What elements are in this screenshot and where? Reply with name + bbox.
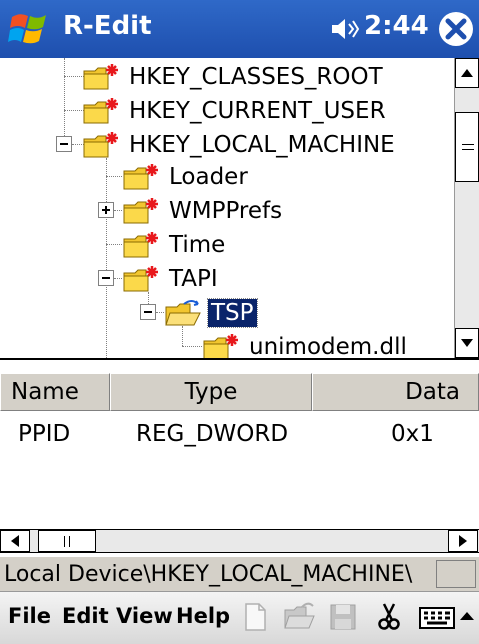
tree-item-hkey-current-user[interactable]: HKEY_CURRENT_USER bbox=[82, 94, 389, 128]
tree-item-tsp[interactable]: TSP bbox=[164, 296, 258, 330]
cut-icon[interactable] bbox=[372, 600, 406, 634]
tree-item-label: HKEY_CLASSES_ROOT bbox=[129, 64, 383, 90]
tree-item-time[interactable]: Time bbox=[122, 228, 228, 262]
folder-icon bbox=[123, 164, 158, 190]
column-header-data[interactable]: Data bbox=[312, 373, 479, 411]
folder-icon bbox=[83, 98, 118, 124]
tree-vertical-scrollbar[interactable] bbox=[454, 58, 479, 358]
windows-flag-icon[interactable] bbox=[8, 9, 52, 49]
values-list[interactable]: PPID REG_DWORD 0x1 bbox=[0, 411, 479, 529]
horizontal-scroll-thumb[interactable] bbox=[38, 530, 96, 552]
tree-item-label: HKEY_CURRENT_USER bbox=[129, 98, 386, 124]
arrow-right-icon bbox=[459, 535, 467, 547]
list-horizontal-scrollbar[interactable] bbox=[0, 529, 479, 553]
menu-bar: File Edit View Help bbox=[0, 591, 479, 644]
clock[interactable]: 2:44 bbox=[364, 11, 429, 41]
app-title: R-Edit bbox=[63, 11, 152, 41]
scroll-up-button[interactable] bbox=[455, 58, 479, 88]
column-header-type[interactable]: Type bbox=[110, 373, 312, 411]
cell-name: PPID bbox=[18, 421, 71, 447]
open-folder-icon[interactable] bbox=[282, 600, 316, 634]
speaker-icon[interactable] bbox=[330, 15, 360, 43]
tree-item-loader[interactable]: Loader bbox=[122, 160, 251, 194]
folder-icon bbox=[203, 334, 238, 358]
cell-data: 0x1 bbox=[391, 421, 434, 447]
title-bar: R-Edit 2:44 bbox=[0, 0, 479, 58]
close-icon[interactable] bbox=[437, 10, 475, 48]
folder-icon bbox=[123, 266, 158, 292]
scroll-thumb[interactable] bbox=[455, 112, 479, 182]
tree-item-label: TAPI bbox=[169, 266, 218, 292]
arrow-down-icon bbox=[461, 339, 473, 347]
scroll-down-button[interactable] bbox=[455, 328, 479, 358]
registry-tree[interactable]: HKEY_CLASSES_ROOT HKEY_CURRENT_USER HKEY… bbox=[0, 58, 479, 360]
save-icon[interactable] bbox=[326, 600, 360, 634]
collapse-tsp[interactable] bbox=[140, 304, 156, 320]
scroll-right-button[interactable] bbox=[448, 530, 478, 552]
folder-icon bbox=[123, 232, 158, 258]
tree-item-wmpprefs[interactable]: WMPPrefs bbox=[122, 194, 285, 228]
column-label: Type bbox=[184, 379, 238, 405]
chevron-up-icon[interactable] bbox=[458, 600, 476, 634]
folder-icon bbox=[83, 64, 118, 90]
splitter[interactable] bbox=[0, 360, 479, 373]
tree-item-tapi[interactable]: TAPI bbox=[122, 262, 221, 296]
tree-item-hkey-classes-root[interactable]: HKEY_CLASSES_ROOT bbox=[82, 60, 386, 94]
open-folder-icon bbox=[165, 300, 201, 326]
column-label: Data bbox=[405, 379, 460, 405]
tree-item-label: Time bbox=[169, 232, 226, 258]
menu-view[interactable]: View bbox=[116, 604, 173, 628]
tree-item-label: Loader bbox=[169, 164, 248, 190]
path-field-box[interactable] bbox=[436, 560, 476, 588]
current-path: Local Device\HKEY_LOCAL_MACHINE\ bbox=[4, 562, 413, 587]
scroll-left-button[interactable] bbox=[0, 530, 30, 552]
folder-icon bbox=[123, 198, 158, 224]
menu-file[interactable]: File bbox=[8, 604, 51, 628]
arrow-up-icon bbox=[461, 69, 473, 77]
list-header: Name Type Data bbox=[0, 373, 479, 411]
tree-item-hkey-local-machine[interactable]: HKEY_LOCAL_MACHINE bbox=[82, 128, 398, 162]
menu-help[interactable]: Help bbox=[176, 604, 230, 628]
menu-edit[interactable]: Edit bbox=[62, 604, 109, 628]
folder-icon bbox=[83, 132, 118, 158]
tree-item-label: WMPPrefs bbox=[169, 198, 283, 224]
tree-item-label: TSP bbox=[207, 298, 258, 328]
column-header-name[interactable]: Name bbox=[0, 373, 110, 411]
arrow-left-icon bbox=[11, 535, 19, 547]
cell-type: REG_DWORD bbox=[136, 421, 289, 447]
tree-item-label: unimodem.dll bbox=[249, 334, 407, 360]
expand-wmpprefs[interactable] bbox=[98, 202, 114, 218]
path-bar: Local Device\HKEY_LOCAL_MACHINE\ bbox=[0, 557, 479, 591]
column-label: Name bbox=[11, 379, 79, 405]
keyboard-icon[interactable] bbox=[418, 600, 456, 634]
tree-item-label: HKEY_LOCAL_MACHINE bbox=[129, 132, 395, 158]
new-document-icon[interactable] bbox=[238, 600, 272, 634]
collapse-hkey-local-machine[interactable] bbox=[56, 136, 72, 152]
collapse-tapi[interactable] bbox=[98, 270, 114, 286]
tree-item-unimodem-dll[interactable]: unimodem.dll bbox=[202, 330, 410, 360]
